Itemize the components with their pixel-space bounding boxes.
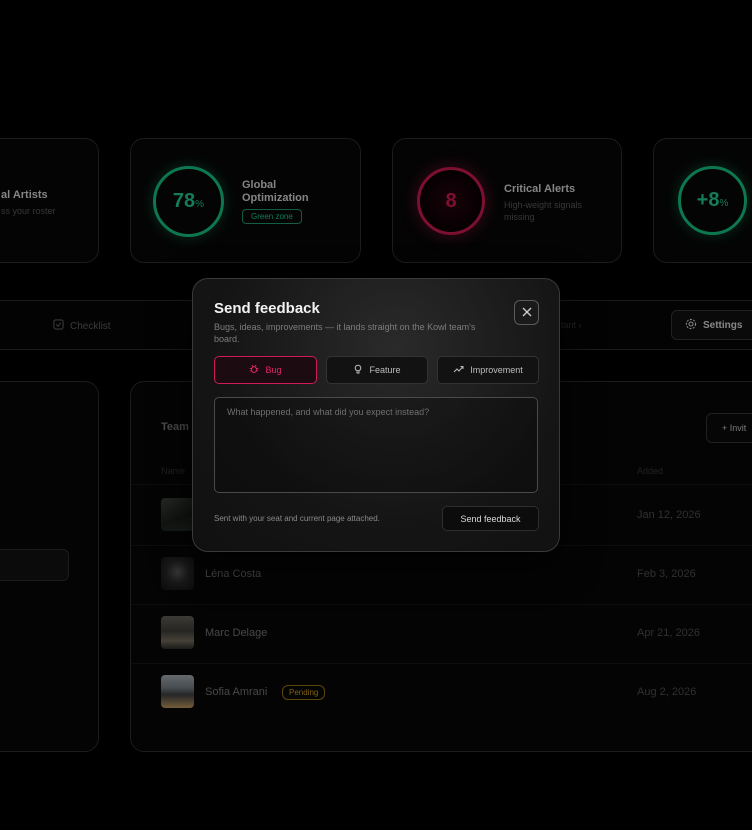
- trend-up-icon: [453, 364, 464, 376]
- lightbulb-icon: [353, 364, 363, 376]
- modal-subtitle: Bugs, ideas, improvements — it lands str…: [214, 322, 476, 344]
- close-button[interactable]: [514, 300, 539, 325]
- type-improvement-button[interactable]: Improvement: [437, 356, 539, 384]
- footer-note: Sent with your seat and current page att…: [214, 514, 380, 523]
- type-label: Improvement: [470, 365, 523, 375]
- type-label: Bug: [265, 365, 282, 375]
- type-label: Feature: [369, 365, 401, 375]
- send-feedback-button[interactable]: Send feedback: [442, 506, 539, 531]
- send-label: Send feedback: [460, 513, 521, 524]
- close-icon: [522, 305, 532, 320]
- bug-icon: [249, 364, 259, 376]
- modal-title: Send feedback: [214, 300, 320, 317]
- feedback-textarea[interactable]: [214, 397, 538, 493]
- type-feature-button[interactable]: Feature: [326, 356, 428, 384]
- feedback-modal: Send feedback Bugs, ideas, improvements …: [192, 278, 560, 552]
- type-bug-button[interactable]: Bug: [214, 356, 317, 384]
